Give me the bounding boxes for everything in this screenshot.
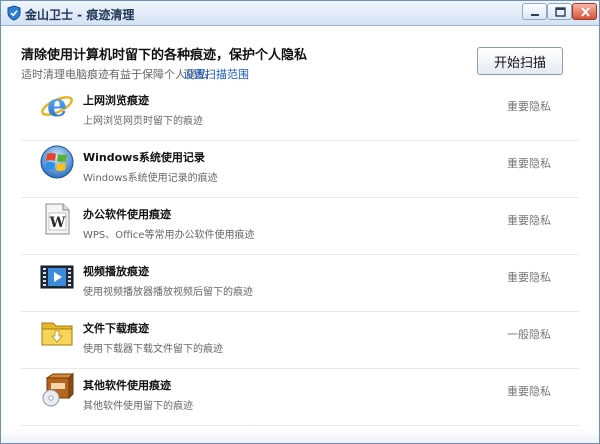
list-item-video[interactable]: 视频播放痕迹 使用视频播放器播放视频后留下的痕迹 重要隐私 (21, 254, 579, 312)
word-document-icon: W (45, 203, 70, 235)
start-scan-button[interactable]: 开始扫描 (477, 47, 563, 75)
item-title: Windows系统使用记录 (83, 151, 205, 164)
privacy-level-label: 重要隐私 (507, 100, 551, 113)
internet-explorer-icon: e (41, 87, 73, 123)
shield-icon (7, 5, 21, 21)
privacy-level-label: 重要隐私 (507, 214, 551, 227)
item-title: 其他软件使用痕迹 (83, 379, 171, 392)
settings-scan-range-link[interactable]: 设置扫描范围 (183, 66, 249, 82)
window-title: 金山卫士 - 痕迹清理 (25, 8, 135, 22)
minimize-button[interactable] (522, 3, 547, 20)
software-box-icon (42, 372, 75, 407)
close-button[interactable] (572, 3, 597, 20)
item-description: 使用视频播放器播放视频后留下的痕迹 (83, 287, 253, 298)
minimize-icon (531, 14, 539, 16)
privacy-level-label: 重要隐私 (507, 271, 551, 284)
item-title: 视频播放痕迹 (83, 265, 149, 278)
maximize-button[interactable] (547, 3, 572, 20)
privacy-level-label: 重要隐私 (507, 385, 551, 398)
header-section: 清除使用计算机时留下的各种痕迹，保护个人隐私 适时清理电脑痕迹有益于保障个人隐私… (1, 26, 599, 86)
svg-text:e: e (47, 87, 67, 123)
item-title: 文件下载痕迹 (83, 322, 149, 335)
list-item-windows[interactable]: Windows系统使用记录 Windows系统使用记录的痕迹 重要隐私 (21, 140, 579, 198)
privacy-level-label: 重要隐私 (507, 157, 551, 170)
download-folder-icon (41, 322, 73, 346)
windows-logo-icon (40, 145, 74, 179)
list-item-browser[interactable]: e 上网浏览痕迹 上网浏览网页时留下的痕迹 重要隐私 (21, 83, 579, 141)
video-player-icon (40, 265, 74, 289)
app-window: 金山卫士 - 痕迹清理 清除使用计算机时留下的各种痕迹，保护个人隐私 适时清理电… (0, 0, 600, 444)
list-item-downloads[interactable]: 文件下载痕迹 使用下载器下载文件留下的痕迹 一般隐私 (21, 311, 579, 369)
item-title: 办公软件使用痕迹 (83, 208, 171, 221)
title-bar[interactable]: 金山卫士 - 痕迹清理 (1, 1, 599, 26)
item-title: 上网浏览痕迹 (83, 94, 149, 107)
privacy-level-label: 一般隐私 (507, 328, 551, 341)
item-description: WPS、Office等常用办公软件使用痕迹 (83, 230, 255, 241)
item-description: Windows系统使用记录的痕迹 (83, 173, 218, 184)
list-item-office[interactable]: W 办公软件使用痕迹 WPS、Office等常用办公软件使用痕迹 重要隐私 (21, 197, 579, 255)
maximize-icon (555, 7, 566, 17)
svg-text:W: W (49, 215, 66, 231)
header-subtitle: 适时清理电脑痕迹有益于保障个人隐私 (21, 68, 208, 81)
close-icon (581, 7, 590, 17)
header-title: 清除使用计算机时留下的各种痕迹，保护个人隐私 (21, 48, 308, 63)
item-description: 上网浏览网页时留下的痕迹 (83, 116, 203, 127)
item-description: 其他软件使用留下的痕迹 (83, 401, 193, 412)
item-description: 使用下载器下载文件留下的痕迹 (83, 344, 223, 355)
list-item-other-software[interactable]: 其他软件使用痕迹 其他软件使用留下的痕迹 重要隐私 (21, 368, 579, 426)
footer-strip (1, 429, 599, 443)
